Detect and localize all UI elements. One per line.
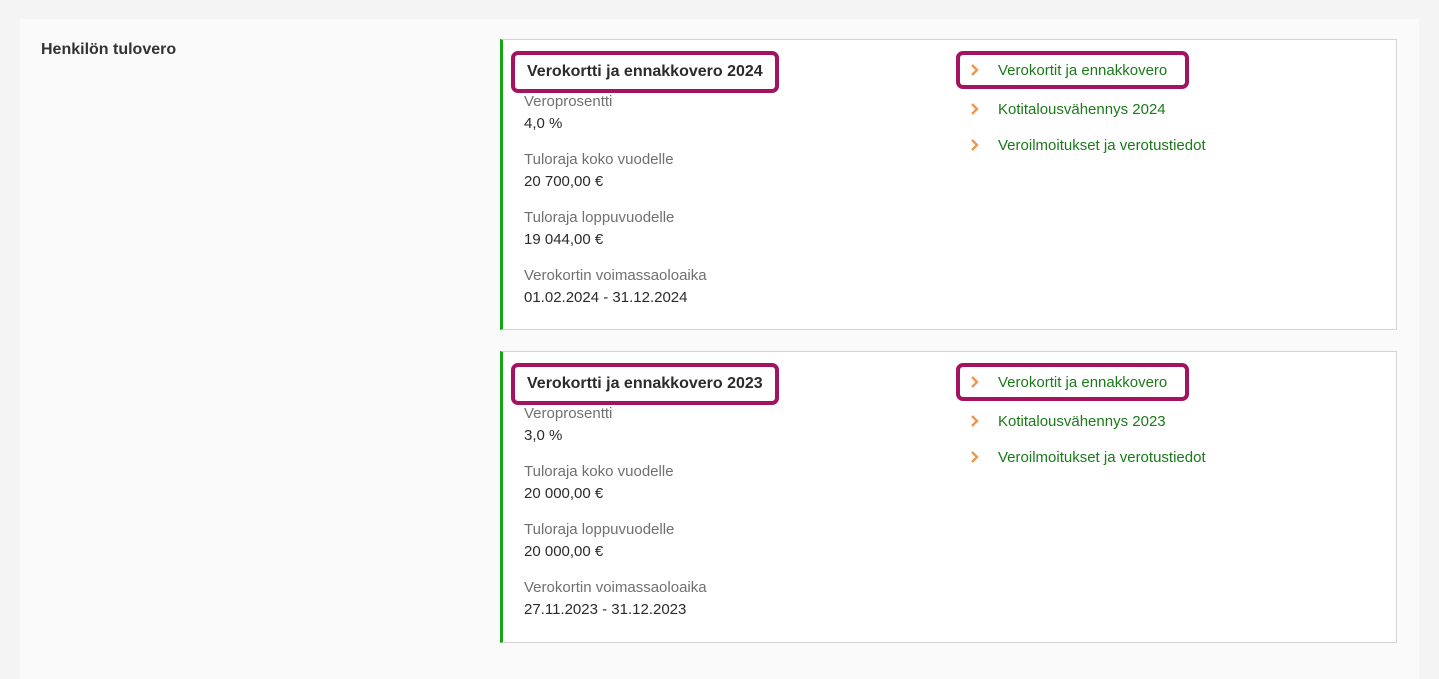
link-household-deduction[interactable]: Kotitalousvähennys 2023 (956, 403, 1376, 439)
field-label: Veroprosentti (524, 405, 613, 422)
chevron-right-icon (971, 415, 979, 427)
tax-card-2023: Verokortti ja ennakkovero 2023 Veroprose… (500, 351, 1397, 643)
field-value: 19 044,00 € (524, 231, 604, 248)
field-value: 20 000,00 € (524, 543, 604, 560)
field-income-limit-year: Tuloraja koko vuodelle 20 700,00 € (524, 149, 707, 193)
field-label: Tuloraja loppuvuodelle (524, 209, 675, 226)
chevron-right-icon (971, 64, 979, 76)
field-label: Tuloraja koko vuodelle (524, 463, 674, 480)
chevron-right-icon (971, 139, 979, 151)
field-label: Veroprosentti (524, 93, 613, 110)
field-validity: Verokortin voimassaoloaika 27.11.2023 - … (524, 577, 707, 621)
field-value: 27.11.2023 - 31.12.2023 (524, 601, 687, 618)
field-label: Verokortin voimassaoloaika (524, 579, 707, 596)
field-tax-rate: Veroprosentti 3,0 % (524, 403, 707, 447)
field-label: Tuloraja loppuvuodelle (524, 521, 675, 538)
card-title: Verokortti ja ennakkovero 2023 (511, 363, 779, 405)
field-value: 3,0 % (524, 427, 563, 444)
tax-panel: Henkilön tulovero Verokortti ja ennakkov… (20, 19, 1419, 679)
link-label: Verokortit ja ennakkovero (998, 373, 1168, 391)
field-value: 01.02.2024 - 31.12.2024 (524, 289, 688, 306)
card-fields: Veroprosentti 3,0 % Tuloraja koko vuodel… (524, 403, 707, 635)
field-value: 20 000,00 € (524, 485, 604, 502)
link-label: Veroilmoitukset ja verotustiedot (998, 448, 1206, 466)
link-tax-cards[interactable]: Verokortit ja ennakkovero (956, 363, 1190, 401)
field-validity: Verokortin voimassaoloaika 01.02.2024 - … (524, 265, 707, 309)
card-links: Verokortit ja ennakkovero Kotitalousvähe… (956, 363, 1376, 475)
card-links: Verokortit ja ennakkovero Kotitalousvähe… (956, 51, 1376, 163)
field-income-limit-rest: Tuloraja loppuvuodelle 19 044,00 € (524, 207, 707, 251)
field-income-limit-year: Tuloraja koko vuodelle 20 000,00 € (524, 461, 707, 505)
card-title: Verokortti ja ennakkovero 2024 (511, 51, 779, 93)
link-label: Veroilmoitukset ja verotustiedot (998, 136, 1206, 154)
chevron-right-icon (971, 103, 979, 115)
link-label: Verokortit ja ennakkovero (998, 61, 1168, 79)
field-value: 4,0 % (524, 115, 563, 132)
field-label: Verokortin voimassaoloaika (524, 267, 707, 284)
chevron-right-icon (971, 376, 979, 388)
field-income-limit-rest: Tuloraja loppuvuodelle 20 000,00 € (524, 519, 707, 563)
link-tax-cards[interactable]: Verokortit ja ennakkovero (956, 51, 1190, 89)
card-fields: Veroprosentti 4,0 % Tuloraja koko vuodel… (524, 91, 707, 323)
link-household-deduction[interactable]: Kotitalousvähennys 2024 (956, 91, 1376, 127)
link-tax-returns[interactable]: Veroilmoitukset ja verotustiedot (956, 127, 1376, 163)
link-tax-returns[interactable]: Veroilmoitukset ja verotustiedot (956, 439, 1376, 475)
field-tax-rate: Veroprosentti 4,0 % (524, 91, 707, 135)
field-label: Tuloraja koko vuodelle (524, 151, 674, 168)
tax-card-2024: Verokortti ja ennakkovero 2024 Veroprose… (500, 39, 1397, 330)
field-value: 20 700,00 € (524, 173, 604, 190)
link-label: Kotitalousvähennys 2024 (998, 100, 1166, 118)
link-label: Kotitalousvähennys 2023 (998, 412, 1166, 430)
section-title: Henkilön tulovero (41, 41, 177, 58)
chevron-right-icon (971, 451, 979, 463)
